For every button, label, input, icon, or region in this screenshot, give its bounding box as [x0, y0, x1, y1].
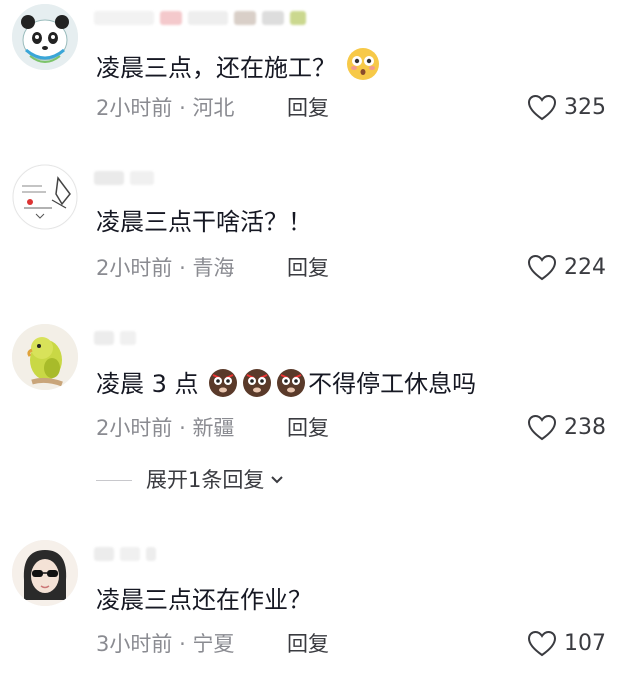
reply-button[interactable]: 回复	[287, 414, 329, 442]
comment-item: 凌晨三点，还在施工？ 2小时前 · 河北 回复 325	[0, 0, 640, 160]
username[interactable]	[94, 544, 314, 564]
heart-icon	[527, 254, 557, 281]
divider	[96, 479, 132, 481]
comment-location: 青海	[192, 256, 235, 280]
reply-button[interactable]: 回复	[287, 630, 329, 658]
comment-time: 2小时前	[96, 96, 173, 120]
comment-meta: 2小时前 · 河北	[96, 94, 234, 122]
comment-text: 凌晨三点干啥活？！	[96, 206, 312, 238]
flushed-face-icon	[345, 46, 381, 90]
like-button[interactable]: 107	[527, 630, 606, 658]
comment-time: 2小时前	[96, 256, 173, 280]
comment-text-after: 不得停工休息吗	[308, 370, 477, 398]
expand-replies-label[interactable]: 展开1条回复	[146, 466, 264, 494]
comment-location: 新疆	[192, 416, 235, 440]
reply-button[interactable]: 回复	[287, 94, 329, 122]
like-count: 238	[564, 415, 606, 440]
comment-time: 2小时前	[96, 416, 173, 440]
meta-separator: ·	[179, 416, 186, 440]
like-count: 224	[564, 255, 606, 280]
chevron-down-icon	[271, 476, 284, 484]
comment-text-content: 凌晨三点干啥活？！	[96, 208, 312, 236]
angry-face-icon	[275, 366, 307, 406]
comment-location: 宁夏	[192, 632, 235, 656]
comment-text-content: 凌晨三点还在作业？	[96, 586, 312, 614]
expand-replies[interactable]: 展开1条回复	[96, 466, 284, 494]
comment-meta: 2小时前 · 新疆	[96, 414, 234, 442]
avatar[interactable]	[12, 164, 78, 230]
like-count: 325	[564, 95, 606, 120]
comment-location: 河北	[192, 96, 235, 120]
angry-face-icon	[241, 366, 273, 406]
comment-item: 凌晨三点还在作业？ 3小时前 · 宁夏 回复 107	[0, 536, 640, 691]
meta-separator: ·	[179, 96, 186, 120]
avatar[interactable]	[12, 324, 78, 390]
comment-item: 凌晨三点干啥活？！ 2小时前 · 青海 回复 224	[0, 160, 640, 320]
comment-text-before: 凌晨 3 点	[96, 370, 199, 398]
heart-icon	[527, 414, 557, 441]
comment-text: 凌晨三点还在作业？	[96, 584, 312, 616]
like-button[interactable]: 224	[527, 254, 606, 282]
meta-separator: ·	[179, 256, 186, 280]
avatar[interactable]	[12, 540, 78, 606]
like-button[interactable]: 238	[527, 414, 606, 442]
meta-separator: ·	[179, 632, 186, 656]
comment-text-content: 凌晨三点，还在施工？	[96, 54, 336, 82]
avatar[interactable]	[12, 4, 78, 70]
reply-button[interactable]: 回复	[287, 254, 329, 282]
heart-icon	[527, 630, 557, 657]
panda-mascot-icon	[12, 4, 78, 70]
parrot-icon	[12, 324, 78, 390]
girl-sunglasses-icon	[12, 540, 78, 606]
username[interactable]	[94, 168, 314, 188]
username[interactable]	[94, 8, 314, 28]
like-count: 107	[564, 631, 606, 656]
heart-icon	[527, 94, 557, 121]
like-button[interactable]: 325	[527, 94, 606, 122]
comment-time: 3小时前	[96, 632, 173, 656]
comment-text: 凌晨三点，还在施工？	[96, 46, 382, 90]
comment-meta: 2小时前 · 青海	[96, 254, 234, 282]
comment-meta: 3小时前 · 宁夏	[96, 630, 234, 658]
sketch-drawing-icon	[12, 164, 78, 230]
comment-text: 凌晨 3 点 不得停工休息吗	[96, 366, 476, 406]
angry-face-icon	[207, 366, 239, 406]
username[interactable]	[94, 328, 314, 348]
